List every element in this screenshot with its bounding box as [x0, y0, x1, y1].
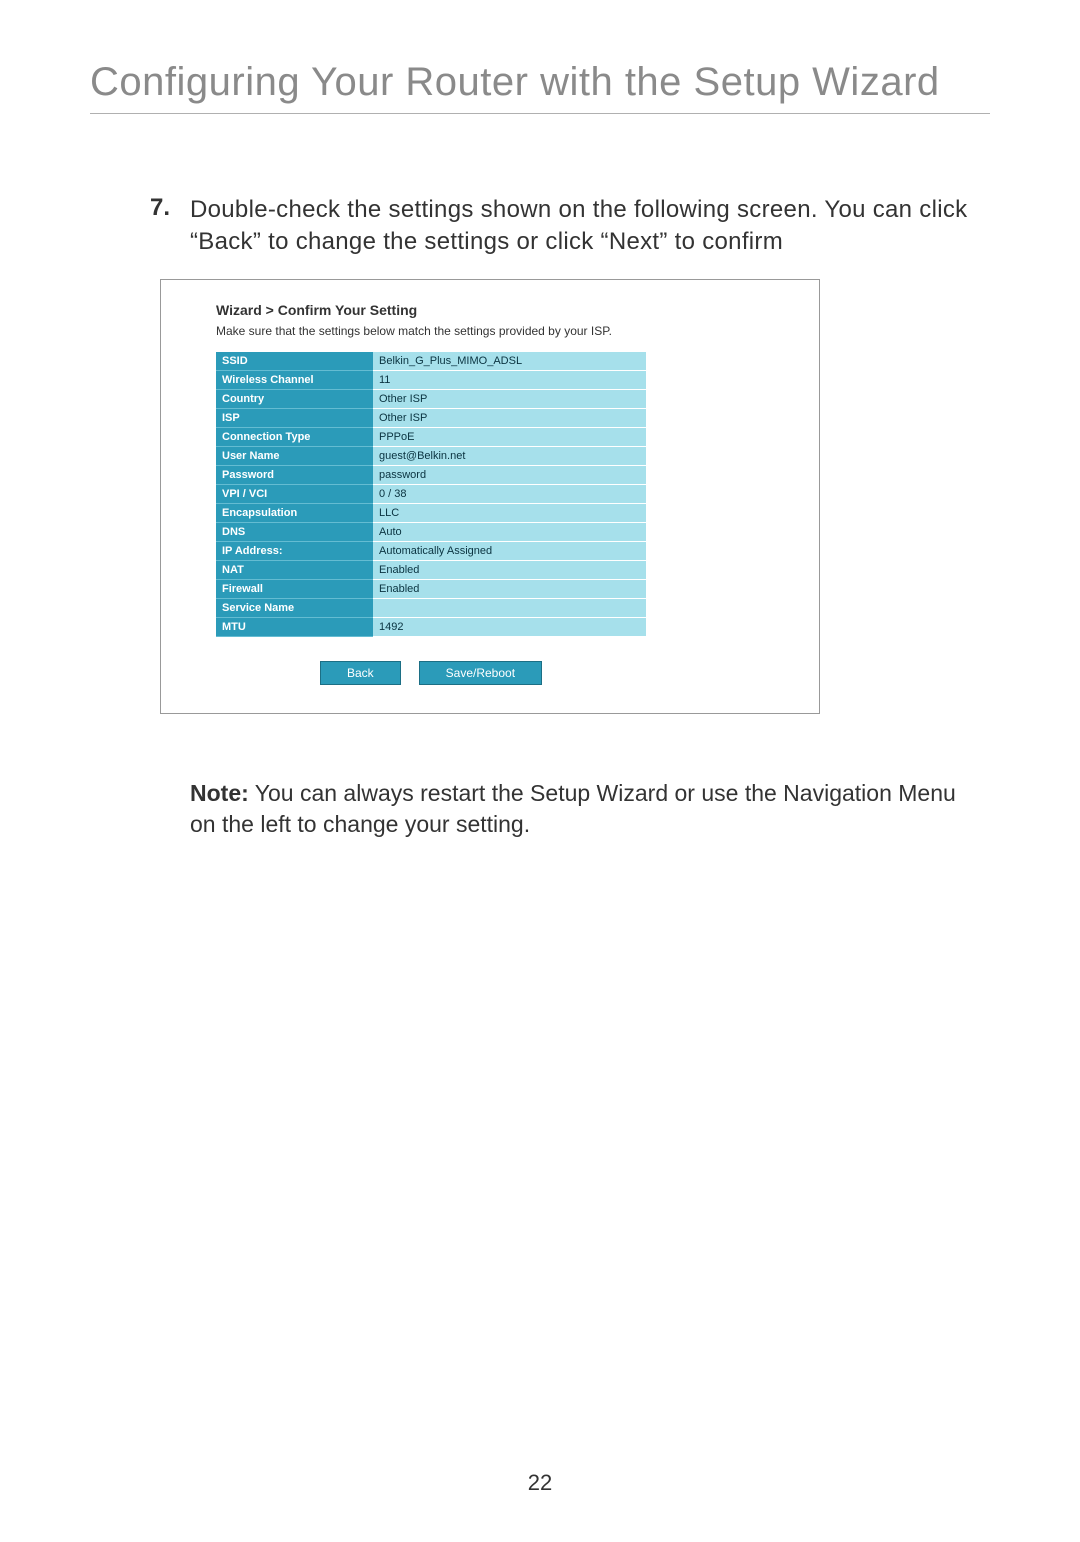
setting-label: Wireless Channel	[216, 370, 373, 389]
back-button[interactable]: Back	[320, 661, 401, 685]
page-number: 22	[0, 1470, 1080, 1496]
setting-value	[373, 598, 646, 617]
table-row: Connection TypePPPoE	[216, 427, 646, 446]
table-row: User Nameguest@Belkin.net	[216, 446, 646, 465]
table-row: VPI / VCI0 / 38	[216, 484, 646, 503]
setting-label: Country	[216, 389, 373, 408]
setting-label: Password	[216, 465, 373, 484]
setting-value: LLC	[373, 503, 646, 522]
setting-label: DNS	[216, 522, 373, 541]
breadcrumb: Wizard > Confirm Your Setting	[216, 302, 789, 318]
setting-value: Belkin_G_Plus_MIMO_ADSL	[373, 352, 646, 371]
step-block: 7. Double-check the settings shown on th…	[150, 194, 990, 259]
setting-value: Automatically Assigned	[373, 541, 646, 560]
settings-table: SSIDBelkin_G_Plus_MIMO_ADSLWireless Chan…	[216, 352, 646, 637]
setting-value: Other ISP	[373, 389, 646, 408]
screenshot-subhead: Make sure that the settings below match …	[216, 324, 789, 338]
note-block: Note: You can always restart the Setup W…	[190, 778, 980, 840]
setting-label: ISP	[216, 408, 373, 427]
table-row: MTU1492	[216, 617, 646, 636]
table-row: EncapsulationLLC	[216, 503, 646, 522]
setting-label: Service Name	[216, 598, 373, 617]
table-row: Service Name	[216, 598, 646, 617]
setting-value: Enabled	[373, 560, 646, 579]
save-reboot-button[interactable]: Save/Reboot	[419, 661, 542, 685]
embedded-screenshot: Wizard > Confirm Your Setting Make sure …	[160, 279, 820, 714]
setting-value: 0 / 38	[373, 484, 646, 503]
setting-label: SSID	[216, 352, 373, 371]
table-row: IP Address:Automatically Assigned	[216, 541, 646, 560]
setting-label: User Name	[216, 446, 373, 465]
setting-label: Connection Type	[216, 427, 373, 446]
table-row: Wireless Channel11	[216, 370, 646, 389]
setting-label: MTU	[216, 617, 373, 636]
setting-label: Encapsulation	[216, 503, 373, 522]
setting-label: IP Address:	[216, 541, 373, 560]
table-row: CountryOther ISP	[216, 389, 646, 408]
setting-value: Enabled	[373, 579, 646, 598]
table-row: NATEnabled	[216, 560, 646, 579]
table-row: SSIDBelkin_G_Plus_MIMO_ADSL	[216, 352, 646, 371]
setting-value: 1492	[373, 617, 646, 636]
table-row: Passwordpassword	[216, 465, 646, 484]
page-title: Configuring Your Router with the Setup W…	[90, 60, 990, 114]
setting-value: Other ISP	[373, 408, 646, 427]
table-row: DNSAuto	[216, 522, 646, 541]
note-label: Note:	[190, 780, 249, 806]
setting-value: PPPoE	[373, 427, 646, 446]
setting-label: NAT	[216, 560, 373, 579]
note-text: You can always restart the Setup Wizard …	[190, 780, 956, 837]
setting-value: password	[373, 465, 646, 484]
setting-value: guest@Belkin.net	[373, 446, 646, 465]
setting-value: Auto	[373, 522, 646, 541]
button-row: Back Save/Reboot	[216, 661, 646, 685]
table-row: ISPOther ISP	[216, 408, 646, 427]
table-row: FirewallEnabled	[216, 579, 646, 598]
step-number: 7.	[150, 194, 190, 222]
manual-page: Configuring Your Router with the Setup W…	[0, 0, 1080, 1542]
setting-label: Firewall	[216, 579, 373, 598]
setting-label: VPI / VCI	[216, 484, 373, 503]
step-text: Double-check the settings shown on the f…	[190, 194, 990, 259]
setting-value: 11	[373, 370, 646, 389]
